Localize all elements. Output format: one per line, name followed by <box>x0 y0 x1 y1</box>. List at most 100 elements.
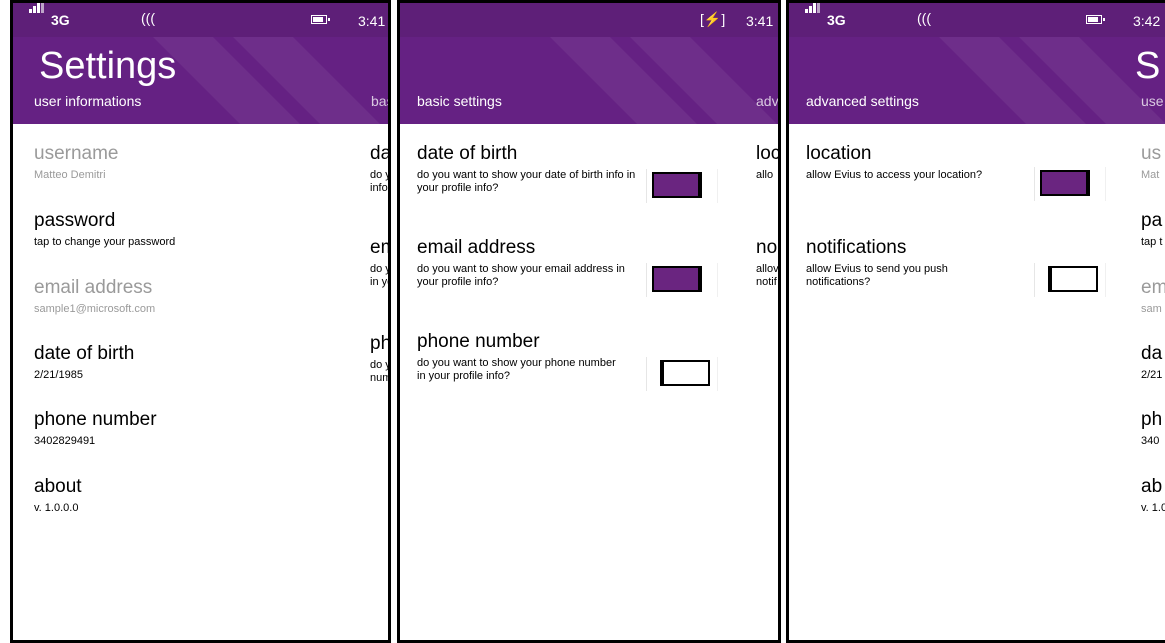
peek-title: no <box>756 237 778 258</box>
pivot-advanced-settings-peek[interactable]: adv <box>756 93 778 109</box>
setting-description: allow Evius to access your location? <box>806 169 983 181</box>
setting-description: do you want to show your phone number in… <box>417 357 616 382</box>
app-title-peek: S <box>1135 45 1161 87</box>
setting-phone-number[interactable]: phone number 3402829491 <box>34 409 157 448</box>
header: S advanced settings use <box>789 37 1165 124</box>
battery-icon <box>1086 15 1105 24</box>
peek-sub: sam <box>1141 303 1162 315</box>
peek-item: ph 340 <box>1141 409 1162 448</box>
peek-title: da <box>1141 343 1163 364</box>
setting-title: phone number <box>417 331 540 352</box>
setting-title: email address <box>34 277 153 298</box>
header: basic settings adv <box>400 37 778 124</box>
pivot-basic-settings-peek[interactable]: bas <box>371 93 388 109</box>
setting-email-address: email address sample1@microsoft.com <box>34 277 155 316</box>
setting-title: email address <box>417 237 536 258</box>
setting-password[interactable]: password tap to change your password <box>34 210 175 249</box>
peek-sub: notif <box>756 276 777 288</box>
notifications-toggle[interactable] <box>1048 266 1098 292</box>
setting-title: phone number <box>34 409 157 430</box>
network-type: 3G <box>51 12 70 28</box>
peek-sub: info <box>370 182 388 194</box>
peek-title: ab <box>1141 476 1163 497</box>
peek-title: pa <box>1141 210 1163 231</box>
peek-item: no allov notif <box>756 237 779 289</box>
peek-sub: do y <box>370 169 391 181</box>
phone-number-toggle[interactable] <box>660 360 710 386</box>
peek-title: ph <box>370 333 391 354</box>
next-pivot-peek: da do y info em do y in yo ph do y num <box>370 133 391 433</box>
peek-sub: do y <box>370 359 391 371</box>
peek-item: em sam <box>1141 277 1165 316</box>
setting-date-of-birth[interactable]: date of birth 2/21/1985 <box>34 343 134 382</box>
peek-item: ab v. 1.0 <box>1141 476 1165 515</box>
location-toggle-wrapper <box>1034 167 1106 201</box>
panel-basic-settings: [⚡] 3:41 basic settings adv date of birt… <box>397 0 781 643</box>
phone-number-toggle-wrapper <box>646 357 718 391</box>
date-of-birth-toggle[interactable] <box>652 172 702 198</box>
setting-username: username Matteo Demitri <box>34 143 119 182</box>
peek-title: da <box>370 143 391 164</box>
clock: 3:41 <box>746 13 774 29</box>
setting-title: notifications <box>806 237 907 258</box>
email-address-toggle-wrapper <box>646 263 718 297</box>
setting-description: do you want to show your date of birth i… <box>417 169 636 194</box>
peek-sub: num <box>370 372 391 384</box>
peek-item: da do y info <box>370 143 391 195</box>
panel-user-informations: 3G ((( 3:41 Settings user informations b… <box>10 0 391 643</box>
email-address-toggle[interactable] <box>652 266 702 292</box>
setting-notifications: notifications allow Evius to send you pu… <box>806 237 996 289</box>
setting-value: tap to change your password <box>34 236 176 248</box>
setting-location: location allow Evius to access your loca… <box>806 143 1036 182</box>
clock: 3:41 <box>358 13 386 29</box>
peek-sub: in yo <box>370 276 391 288</box>
peek-title: ph <box>1141 409 1163 430</box>
setting-value: 3402829491 <box>34 435 96 447</box>
panel-advanced-settings: 3G ((( 3:42 S advanced settings use loca… <box>786 0 1165 643</box>
battery-charging-icon: [⚡] <box>700 11 726 27</box>
setting-show-date-of-birth: date of birth do you want to show your d… <box>417 143 637 195</box>
peek-sub: allov <box>756 263 779 275</box>
date-of-birth-toggle-wrapper <box>646 169 718 203</box>
app-title: Settings <box>39 45 177 87</box>
setting-description: do you want to show your email address i… <box>417 263 625 288</box>
setting-title: about <box>34 476 82 497</box>
peek-sub: Mat <box>1141 169 1160 181</box>
setting-value: sample1@microsoft.com <box>34 303 156 315</box>
header: Settings user informations bas <box>13 37 388 124</box>
setting-value: Matteo Demitri <box>34 169 106 181</box>
peek-item: pa tap t <box>1141 210 1162 249</box>
pivot-user-informations-peek[interactable]: use <box>1141 93 1164 109</box>
peek-item: us Mat <box>1141 143 1161 182</box>
pivot-advanced-settings[interactable]: advanced settings <box>806 93 919 109</box>
peek-title: loc <box>756 143 781 164</box>
peek-sub: do y <box>370 263 391 275</box>
network-type: 3G <box>827 12 846 28</box>
setting-show-email-address: email address do you want to show your e… <box>417 237 642 289</box>
setting-title: date of birth <box>417 143 518 164</box>
peek-sub: 2/21 <box>1141 369 1163 381</box>
peek-sub: v. 1.0 <box>1141 502 1165 514</box>
setting-value: v. 1.0.0.0 <box>34 502 79 514</box>
status-bar: [⚡] 3:41 <box>400 3 778 37</box>
location-toggle[interactable] <box>1040 170 1090 196</box>
peek-title: em <box>1141 277 1165 298</box>
setting-about[interactable]: about v. 1.0.0.0 <box>34 476 82 515</box>
peek-title: us <box>1141 143 1162 164</box>
setting-title: date of birth <box>34 343 135 364</box>
status-bar: 3G ((( 3:41 <box>13 3 388 37</box>
peek-item: da 2/21 <box>1141 343 1162 382</box>
next-pivot-peek: us Mat pa tap t em sam da 2/21 ph 340 ab… <box>1141 133 1165 533</box>
setting-title: username <box>34 143 119 164</box>
pivot-user-informations[interactable]: user informations <box>34 93 141 109</box>
peek-sub: 340 <box>1141 435 1160 447</box>
next-pivot-peek: loc allo no allov notif <box>756 133 781 333</box>
battery-icon <box>311 15 330 24</box>
pivot-basic-settings[interactable]: basic settings <box>417 93 502 109</box>
wifi-icon: ((( <box>917 10 931 26</box>
setting-title: password <box>34 210 116 231</box>
peek-sub: tap t <box>1141 236 1163 248</box>
clock: 3:42 <box>1133 13 1161 29</box>
peek-sub: allo <box>756 169 774 181</box>
peek-title: em <box>370 237 388 258</box>
